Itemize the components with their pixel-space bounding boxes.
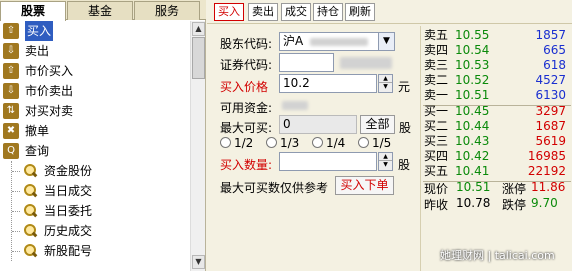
security-code-input[interactable] <box>279 53 334 72</box>
max-buy-value: 0 <box>279 115 357 134</box>
quote-row-buy2: 买二 10.44 1687 <box>424 119 566 133</box>
current-price-value: 10.51 <box>456 180 491 194</box>
quote-row-sell2: 卖二 10.52 4527 <box>424 73 566 87</box>
redacted-security-name <box>340 57 392 69</box>
toolbar-trades-button[interactable]: 成交 <box>281 3 311 21</box>
tree-guide-branch <box>12 251 20 252</box>
magnifier-icon <box>22 163 38 179</box>
radio-circle <box>266 137 277 148</box>
tab-services[interactable]: 服务 <box>134 1 200 20</box>
limit-down-value: 9.70 <box>531 196 558 210</box>
holder-code-label: 股东代码: <box>220 37 273 51</box>
quote-row-buy3: 买三 10.43 5619 <box>424 134 566 148</box>
limit-up-label: 涨停 <box>502 182 527 196</box>
ratio-radio-half[interactable]: 1/2 <box>220 136 253 150</box>
all-button[interactable]: 全部 <box>360 115 395 134</box>
quote-row-buy1: 买一 10.45 3297 <box>424 104 566 118</box>
price-unit: 元 <box>398 80 411 94</box>
scroll-down-icon[interactable]: ▼ <box>192 255 205 269</box>
scroll-thumb[interactable] <box>192 37 205 79</box>
market-buy-icon: ⇧ <box>3 63 19 79</box>
order-toolbar: 买入 卖出 成交 持仓 刷新 <box>207 0 572 24</box>
limit-up-value: 11.86 <box>531 180 566 194</box>
buy-icon: ⇧ <box>3 23 19 39</box>
sell-icon: ⇩ <box>3 43 19 59</box>
quote-row-sell4: 卖四 10.54 665 <box>424 43 566 57</box>
ratio-radio-quarter[interactable]: 1/4 <box>312 136 345 150</box>
tab-stocks[interactable]: 股票 <box>0 1 66 21</box>
tree-guide-branch <box>12 171 20 172</box>
radio-circle <box>220 137 231 148</box>
current-price-label: 现价 <box>424 182 449 196</box>
prev-close-value: 10.78 <box>456 196 491 210</box>
buy-price-label: 买入价格 <box>220 80 269 94</box>
tab-funds[interactable]: 基金 <box>67 1 133 20</box>
swap-icon: ⇅ <box>3 103 19 119</box>
redacted-cash <box>282 101 308 110</box>
quote-row-sell5: 卖五 10.55 1857 <box>424 28 566 42</box>
toolbar-refresh-button[interactable]: 刷新 <box>345 3 375 21</box>
quote-panel: 卖五 10.55 1857 卖四 10.54 665 卖三 10.53 618 卖二 10.5… <box>420 26 572 271</box>
cancel-order-icon: ✖ <box>3 123 19 139</box>
tree-guide-branch <box>12 191 20 192</box>
buy-price-input[interactable]: 10.2 <box>279 74 377 93</box>
toolbar-sell-button[interactable]: 卖出 <box>248 3 278 21</box>
max-buy-label: 最大可买: <box>220 121 273 135</box>
quantity-stepper[interactable]: ▲ ▼ <box>378 152 393 171</box>
category-tabs: 股票 基金 服务 <box>0 0 206 21</box>
toolbar-positions-button[interactable]: 持仓 <box>313 3 343 21</box>
buy-quantity-label: 买入数量: <box>220 158 273 172</box>
available-cash-label: 可用资金: <box>220 101 273 115</box>
ratio-radio-fifth[interactable]: 1/5 <box>358 136 391 150</box>
prev-close-label: 昨收 <box>424 198 449 212</box>
tree-guide-branch <box>12 231 20 232</box>
price-stepper[interactable]: ▲ ▼ <box>378 74 393 93</box>
buy-quantity-input[interactable] <box>279 152 377 171</box>
max-buy-note: 最大可买数仅供参考 <box>220 181 329 195</box>
left-panel: 股票 基金 服务 ⇧ 买入 ⇩ 卖出 ⇧ 市价买入 ⇩ 市价卖出 ⇅ 对买对卖 … <box>0 0 206 271</box>
watermark: 她理财网 | talicai.com <box>440 249 555 262</box>
security-code-label: 证券代码: <box>220 58 273 72</box>
chevron-down-icon[interactable]: ▼ <box>378 33 394 50</box>
market-sell-icon: ⇩ <box>3 83 19 99</box>
query-icon: Q <box>3 143 19 159</box>
quantity-unit: 股 <box>398 158 411 172</box>
radio-circle <box>358 137 369 148</box>
radio-circle <box>312 137 323 148</box>
max-buy-unit: 股 <box>399 121 412 135</box>
quote-row-sell1: 卖一 10.51 6130 <box>424 88 566 102</box>
submit-buy-button[interactable]: 买入下单 <box>335 176 394 195</box>
quote-row-buy4: 买四 10.42 16985 <box>424 149 566 163</box>
magnifier-icon <box>22 183 38 199</box>
scroll-up-icon[interactable]: ▲ <box>192 22 205 36</box>
redacted-value <box>310 38 368 46</box>
holder-code-select[interactable]: 沪A ▼ <box>279 32 395 51</box>
magnifier-icon <box>22 223 38 239</box>
function-tree: ⇧ 买入 ⇩ 卖出 ⇧ 市价买入 ⇩ 市价卖出 ⇅ 对买对卖 ✖ 撤单 Q 查询 <box>0 21 190 271</box>
tree-guide-branch <box>12 211 20 212</box>
quote-row-buy5: 买五 10.41 22192 <box>424 164 566 178</box>
magnifier-icon <box>22 203 38 219</box>
ratio-radio-third[interactable]: 1/3 <box>266 136 299 150</box>
quote-row-sell3: 卖三 10.53 618 <box>424 58 566 72</box>
toolbar-buy-button[interactable]: 买入 <box>214 3 244 21</box>
limit-down-label: 跌停 <box>502 198 527 212</box>
magnifier-icon <box>22 243 38 259</box>
tree-scrollbar[interactable]: ▲ ▼ <box>190 21 205 271</box>
